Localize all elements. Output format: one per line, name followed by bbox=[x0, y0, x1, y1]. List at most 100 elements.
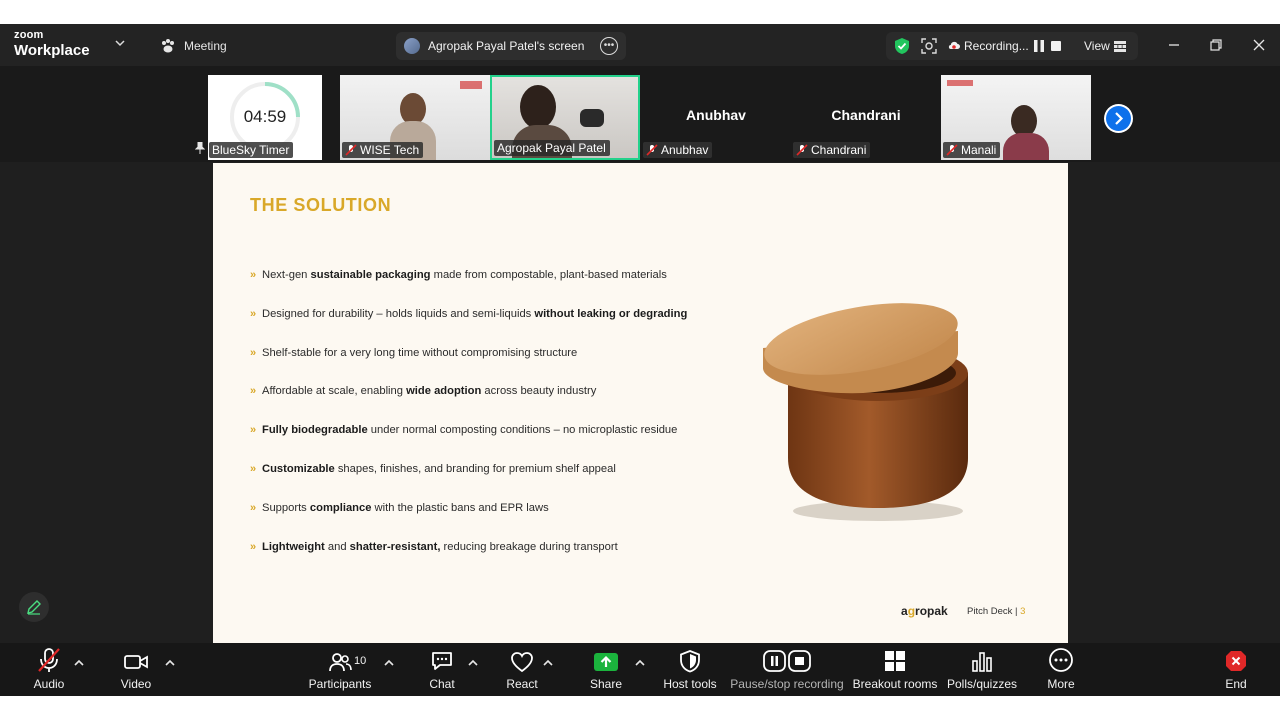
meeting-info-button[interactable]: Meeting bbox=[160, 36, 227, 56]
chat-icon bbox=[432, 652, 452, 670]
bottom-margin bbox=[0, 696, 1280, 720]
end-meeting-button[interactable]: End bbox=[1220, 643, 1252, 696]
audio-button[interactable]: Audio bbox=[28, 643, 70, 696]
screen-share-indicator[interactable]: Agropak Payal Patel's screen ••• bbox=[396, 32, 626, 60]
participant-tile-agropak-payal-patel[interactable]: Agropak Payal Patel bbox=[490, 75, 640, 160]
chevron-up-icon[interactable] bbox=[543, 659, 553, 667]
chevron-down-icon[interactable] bbox=[115, 38, 125, 48]
pause-icon[interactable] bbox=[1034, 40, 1044, 52]
chat-button[interactable]: Chat bbox=[424, 643, 460, 696]
participant-tile-chandrani[interactable]: Chandrani Chandrani bbox=[791, 75, 941, 160]
participant-display-name: Anubhav bbox=[686, 107, 746, 123]
shield-icon bbox=[680, 650, 700, 673]
share-button[interactable]: Share bbox=[588, 643, 624, 696]
participant-tile-anubhav[interactable]: Anubhav Anubhav bbox=[641, 75, 791, 160]
video-label: Video bbox=[120, 677, 152, 691]
bullet-mark: » bbox=[250, 462, 257, 475]
title-bar: zoom Workplace Meeting Agropak Payal Pat… bbox=[0, 24, 1280, 66]
participant-tile-timer[interactable]: 04:59 BlueSky Timer bbox=[191, 75, 322, 160]
participant-name-text: WISE Tech bbox=[360, 143, 420, 157]
chevron-up-icon[interactable] bbox=[165, 659, 175, 667]
chevron-up-icon[interactable] bbox=[384, 659, 394, 667]
list-item: » Customizable shapes, finishes, and bran… bbox=[250, 463, 750, 502]
paw-icon bbox=[162, 39, 174, 53]
bullet-text-bold: Customizable bbox=[262, 462, 335, 475]
share-screen-icon bbox=[594, 653, 618, 671]
screen-share-label: Agropak Payal Patel's screen bbox=[428, 39, 585, 53]
bullet-text-bold: Lightweight bbox=[262, 540, 325, 553]
bullet-text-post: under normal composting conditions – no … bbox=[367, 424, 678, 437]
participant-tile-wise-tech[interactable]: WISE Tech bbox=[340, 75, 490, 160]
zoom-workplace-logo[interactable]: zoom Workplace bbox=[14, 30, 90, 59]
view-button[interactable]: View bbox=[1084, 39, 1126, 53]
bullet-text: Fully biodegradable under normal compost… bbox=[262, 424, 677, 436]
stop-icon[interactable] bbox=[1051, 41, 1061, 51]
more-icon bbox=[1049, 648, 1073, 672]
next-page-button[interactable] bbox=[1104, 104, 1133, 133]
list-item: » Fully biodegradable under normal compos… bbox=[250, 424, 750, 463]
end-label: End bbox=[1225, 677, 1247, 691]
restore-icon[interactable] bbox=[1205, 34, 1227, 56]
chevron-up-icon[interactable] bbox=[468, 659, 478, 667]
video-camera-icon bbox=[124, 655, 148, 669]
more-options-icon[interactable]: ••• bbox=[600, 37, 618, 55]
background-logo bbox=[947, 80, 973, 86]
sharer-avatar bbox=[404, 38, 420, 54]
breakout-rooms-label: Breakout rooms bbox=[852, 677, 938, 691]
participants-button[interactable]: Participants bbox=[306, 643, 374, 696]
shield-check-icon[interactable] bbox=[894, 37, 910, 55]
bullet-text: Supports compliance with the plastic ban… bbox=[262, 502, 549, 514]
mic-off-icon bbox=[38, 648, 60, 672]
host-tools-label: Host tools bbox=[663, 677, 717, 691]
deck-page-number: 3 bbox=[1020, 606, 1026, 617]
bullet-text-pre: Shelf-stable for a very long time withou… bbox=[262, 346, 578, 359]
bullet-text-bold: Fully biodegradable bbox=[262, 424, 368, 437]
audio-label: Audio bbox=[33, 677, 65, 691]
heart-icon bbox=[511, 652, 533, 673]
breakout-rooms-button[interactable]: Breakout rooms bbox=[853, 643, 937, 696]
pause-stop-recording-label: Pause/stop recording bbox=[730, 677, 844, 691]
bullet-text-post: with the plastic bans and EPR laws bbox=[371, 501, 549, 514]
bullet-text-bold: sustainable packaging bbox=[310, 269, 431, 281]
react-button[interactable]: React bbox=[504, 643, 540, 696]
bullet-text-pre: Next-gen bbox=[262, 269, 311, 281]
annotate-button[interactable] bbox=[19, 592, 49, 622]
bullet-mark: » bbox=[250, 307, 257, 320]
list-item: » Supports compliance with the plastic ba… bbox=[250, 502, 750, 541]
end-icon bbox=[1226, 651, 1246, 671]
participant-tile-manali[interactable]: Manali bbox=[941, 75, 1091, 160]
more-label: More bbox=[1047, 677, 1075, 691]
bullet-text-bold: without leaking or degrading bbox=[534, 307, 688, 320]
bullet-text: Next-gen sustainable packaging made from… bbox=[262, 269, 667, 281]
person-body bbox=[1003, 133, 1049, 160]
pin-icon bbox=[195, 142, 205, 154]
bullet-text-bold: compliance bbox=[309, 501, 372, 514]
close-icon[interactable] bbox=[1248, 34, 1270, 56]
focus-mode-icon[interactable] bbox=[921, 38, 937, 54]
background-logo bbox=[460, 81, 482, 89]
breakout-rooms-icon bbox=[885, 651, 905, 671]
bullet-text-post: shapes, finishes, and branding for premi… bbox=[334, 462, 616, 475]
chevron-up-icon[interactable] bbox=[74, 659, 84, 667]
video-button[interactable]: Video bbox=[114, 643, 158, 696]
minimize-icon[interactable] bbox=[1163, 34, 1185, 56]
mic-off-icon bbox=[946, 144, 958, 156]
chat-label: Chat bbox=[429, 677, 455, 691]
zoom-window: zoom Workplace Meeting Agropak Payal Pat… bbox=[0, 24, 1280, 696]
pause-stop-recording-button[interactable]: Pause/stop recording bbox=[730, 643, 844, 696]
polls-quizzes-button[interactable]: Polls/quizzes bbox=[947, 643, 1017, 696]
logo-g: g bbox=[907, 604, 916, 618]
person-silhouette bbox=[520, 85, 556, 129]
bullet-text-pre: Supports bbox=[262, 501, 310, 514]
recording-label[interactable]: Recording... bbox=[964, 39, 1029, 53]
participant-display-name: Chandrani bbox=[831, 107, 901, 123]
chevron-right-icon bbox=[1106, 106, 1131, 131]
list-item: » Affordable at scale, enabling wide adop… bbox=[250, 385, 750, 424]
more-button[interactable]: More bbox=[1043, 643, 1079, 696]
timer-value: 04:59 bbox=[243, 107, 287, 126]
pitch-deck-footer: Pitch Deck | 3 bbox=[967, 606, 1025, 617]
mic-off-icon bbox=[646, 144, 658, 156]
chevron-up-icon[interactable] bbox=[635, 659, 645, 667]
host-tools-button[interactable]: Host tools bbox=[662, 643, 718, 696]
list-item: » Designed for durability – holds liquids… bbox=[250, 308, 750, 347]
